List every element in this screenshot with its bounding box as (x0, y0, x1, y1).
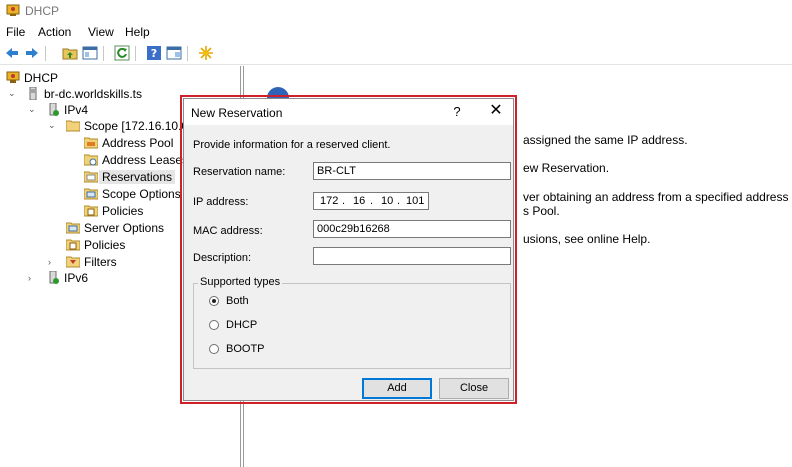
address-leases-icon (84, 154, 98, 166)
radio-dhcp[interactable] (209, 320, 219, 330)
reservation-name-label: Reservation name: (193, 166, 286, 178)
close-button[interactable]: Close (439, 378, 509, 399)
dhcp-icon (6, 71, 20, 83)
toolbar: ? (0, 42, 792, 65)
filters-icon (66, 256, 80, 268)
up-folder-icon[interactable] (62, 45, 78, 61)
menu-bar: File Action View Help (0, 22, 792, 42)
dialog-title-bar: New Reservation ? ✕ (184, 99, 513, 125)
toolbar-separator (103, 46, 104, 61)
close-icon[interactable]: ✕ (487, 102, 505, 120)
description-label: Description: (193, 252, 252, 264)
tree-label: Address Leases (102, 153, 189, 167)
supported-types-label: Supported types (198, 276, 283, 288)
chevron-down-icon[interactable]: ⌄ (48, 120, 58, 130)
toolbar-separator (135, 46, 136, 61)
show-hide-tree-icon[interactable] (82, 45, 98, 61)
back-arrow-icon[interactable] (4, 45, 20, 61)
properties-icon[interactable] (166, 45, 182, 61)
tree-label: Policies (84, 238, 126, 252)
info-text-line: assigned the same IP address. (523, 133, 688, 147)
tree-label: Filters (84, 255, 117, 269)
toolbar-separator (187, 46, 188, 61)
chevron-down-icon[interactable]: ⌄ (28, 104, 38, 114)
tree-label: Server Options (84, 221, 165, 235)
info-text-line: ver obtaining an address from a specifie… (523, 190, 789, 204)
radio-both-label[interactable]: Both (226, 295, 249, 307)
refresh-icon[interactable] (114, 45, 130, 61)
forward-arrow-icon[interactable] (24, 45, 40, 61)
server-icon (29, 87, 37, 100)
toolbar-separator (45, 46, 46, 61)
help-icon[interactable]: ? (146, 45, 162, 61)
tree-label: IPv6 (64, 271, 89, 285)
ipv6-icon (49, 271, 59, 284)
tree-label: Scope [172.16.10.0 (84, 119, 189, 133)
ip-dot: . (397, 195, 401, 207)
menu-view[interactable]: View (88, 25, 114, 39)
chevron-right-icon[interactable]: › (48, 257, 58, 267)
radio-both[interactable] (209, 296, 219, 306)
window-title: DHCP (25, 4, 60, 18)
scope-options-icon (84, 188, 98, 200)
reservations-icon (84, 171, 98, 183)
policies-icon (66, 239, 80, 251)
ip-dot: . (370, 195, 374, 207)
reservation-name-input[interactable]: BR-CLT (313, 162, 511, 180)
tree-label: br-dc.worldskills.ts (44, 87, 143, 101)
ipv4-icon (49, 103, 59, 116)
menu-file[interactable]: File (6, 25, 25, 39)
ip-address-input[interactable]: 172 . 16 . 10 . 101 (313, 192, 429, 210)
tree-label: Reservations (99, 170, 176, 184)
tree-label: Address Pool (102, 136, 174, 150)
svg-text:?: ? (151, 47, 157, 60)
radio-bootp-label[interactable]: BOOTP (226, 343, 265, 355)
info-text-line: s Pool. (523, 204, 560, 218)
tree-label: Policies (102, 204, 144, 218)
star-new-icon[interactable] (198, 45, 214, 61)
mac-address-label: MAC address: (193, 225, 263, 237)
tree-label: IPv4 (64, 103, 89, 117)
tree-label: Scope Options (102, 187, 181, 201)
chevron-right-icon[interactable]: › (28, 273, 38, 283)
radio-bootp[interactable] (209, 344, 219, 354)
ip-address-label: IP address: (193, 196, 249, 208)
ip-octet: 101 (406, 195, 425, 207)
policies-icon (84, 205, 98, 217)
help-button[interactable]: ? (450, 104, 464, 120)
info-text-line: usions, see online Help. (523, 232, 651, 246)
dialog-title: New Reservation (191, 106, 283, 120)
dhcp-app-icon (6, 4, 20, 16)
folder-icon (66, 120, 80, 132)
address-pool-icon (84, 137, 98, 149)
instruction-text: Provide information for a reserved clien… (193, 139, 391, 151)
window-title-bar: DHCP (0, 0, 792, 22)
description-input[interactable] (313, 247, 511, 265)
mac-address-input[interactable]: 000c29b16268 (313, 220, 511, 238)
new-reservation-dialog: New Reservation ? ✕ Provide information … (183, 98, 514, 401)
ip-octet: 10 (381, 195, 394, 207)
server-options-icon (66, 222, 80, 234)
tree-label: DHCP (24, 71, 59, 85)
ip-dot: . (342, 195, 346, 207)
chevron-down-icon[interactable]: ⌄ (8, 88, 18, 98)
ip-octet: 172 (320, 195, 339, 207)
add-button[interactable]: Add (362, 378, 432, 399)
menu-help[interactable]: Help (125, 25, 150, 39)
info-text-line: ew Reservation. (523, 161, 610, 175)
radio-dhcp-label[interactable]: DHCP (226, 319, 257, 331)
menu-action[interactable]: Action (38, 25, 71, 39)
ip-octet: 16 (353, 195, 366, 207)
